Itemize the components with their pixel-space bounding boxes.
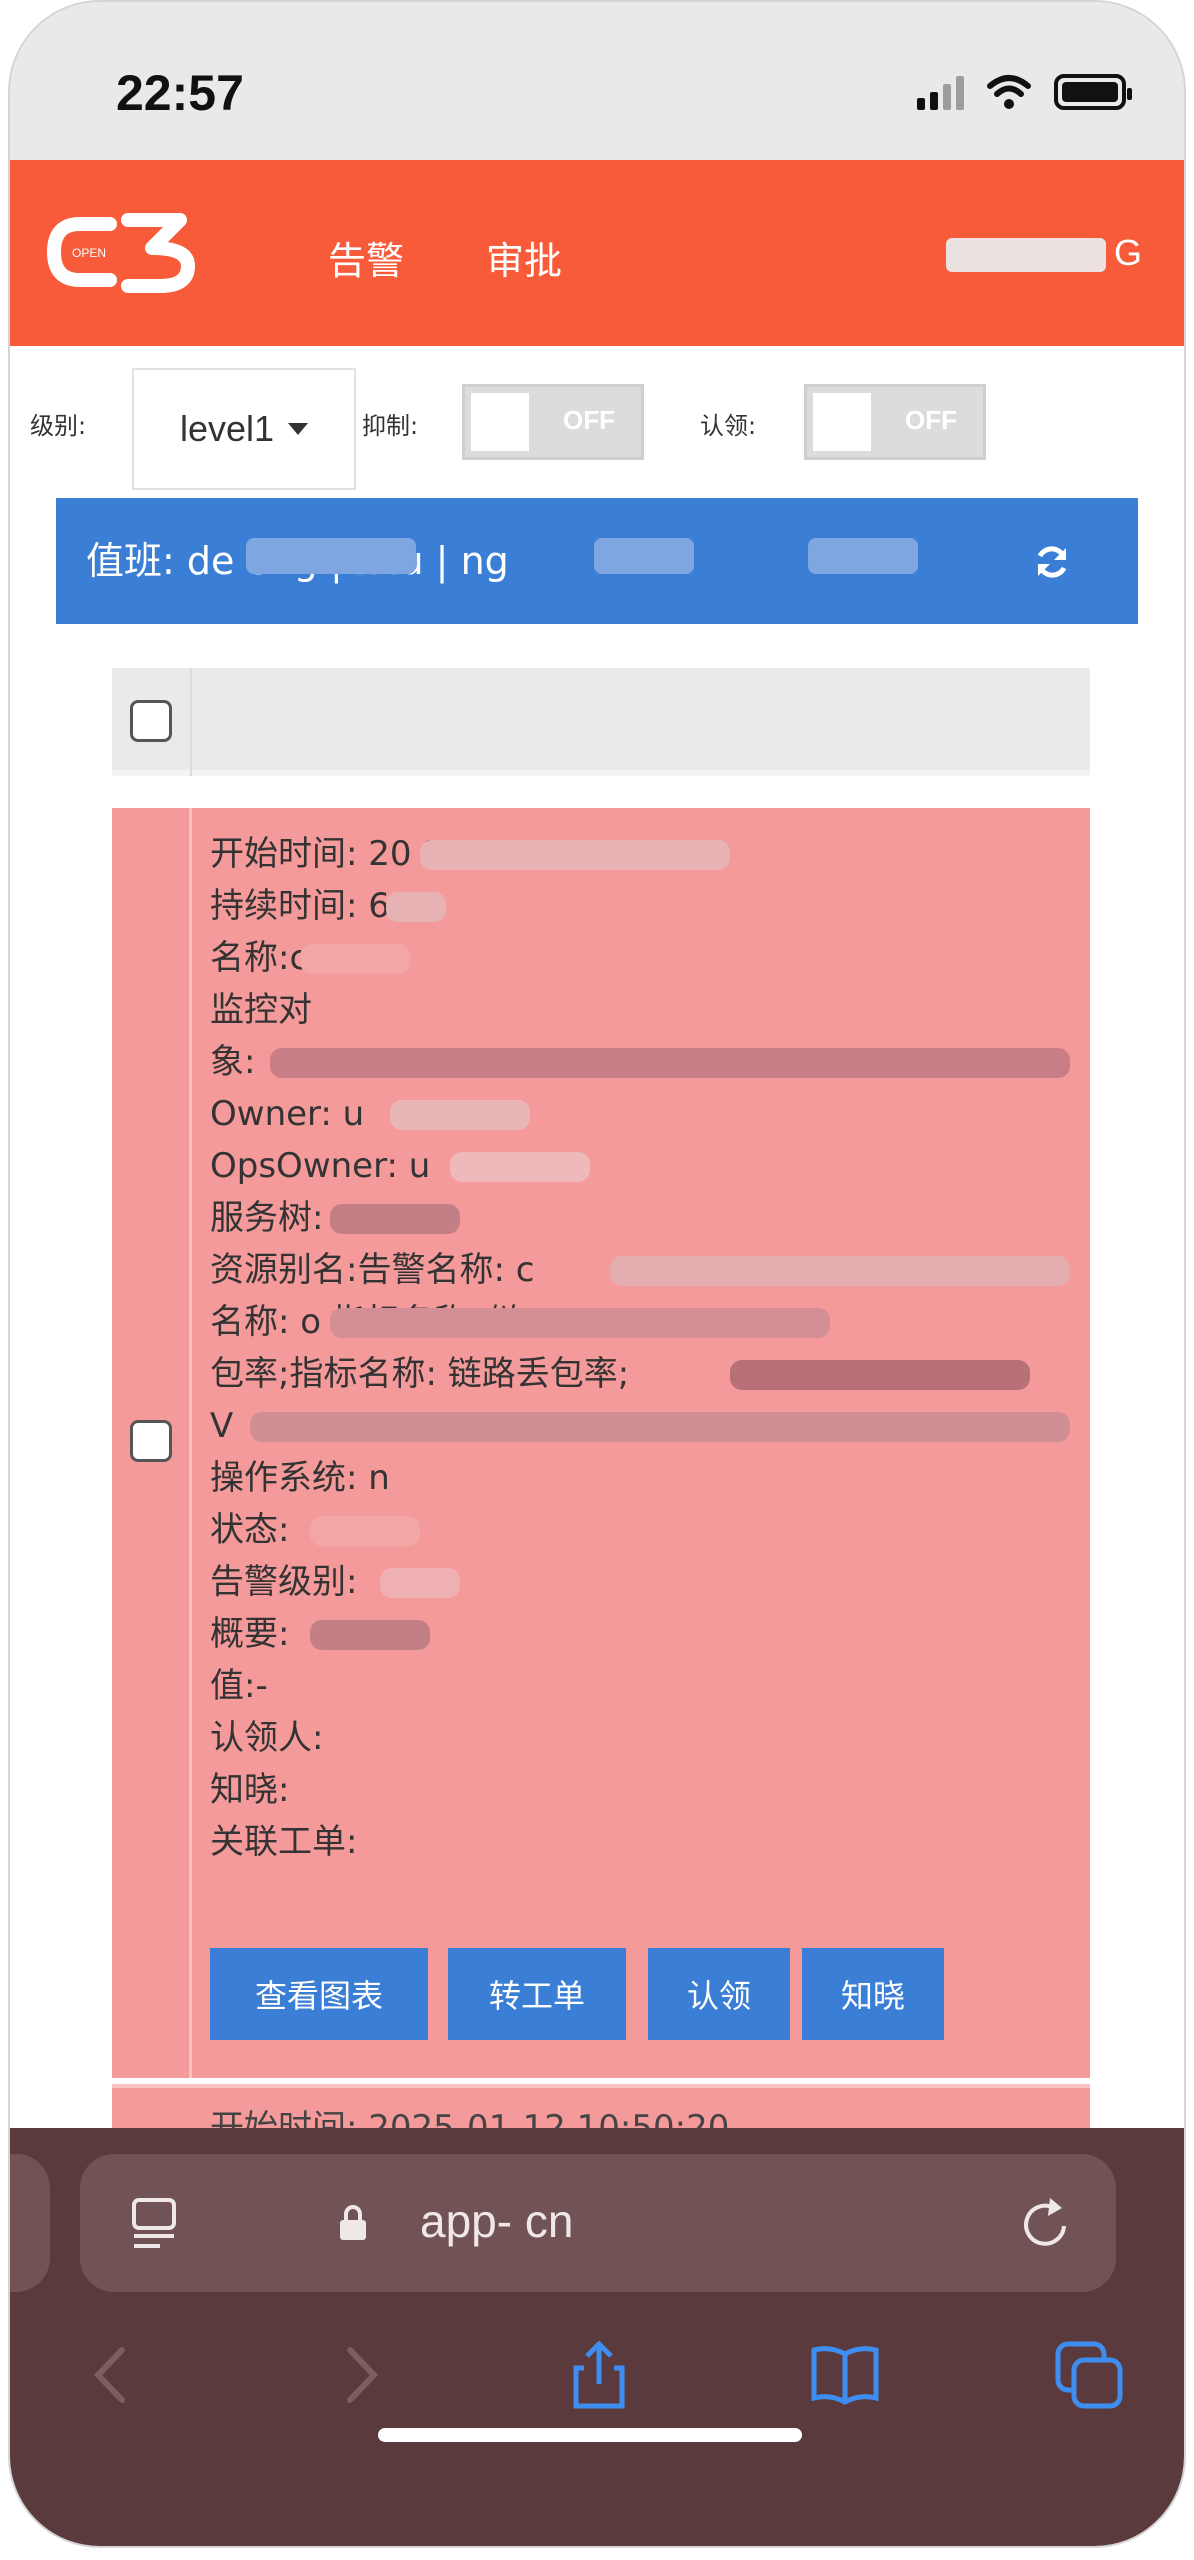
row-checkbox[interactable] bbox=[130, 1420, 172, 1462]
view-chart-button[interactable]: 查看图表 bbox=[210, 1948, 428, 2040]
field-monitor-target: 监控对 bbox=[210, 990, 312, 1030]
status-icons bbox=[917, 70, 1132, 114]
suppress-toggle[interactable]: OFF bbox=[462, 384, 644, 460]
bookmarks-icon[interactable] bbox=[810, 2340, 880, 2410]
field-v: V bbox=[210, 1400, 1080, 1452]
claim-button[interactable]: 认领 bbox=[648, 1948, 790, 2040]
field-service-tree: 服务树: bbox=[210, 1192, 1080, 1244]
suppress-toggle-state: OFF bbox=[563, 405, 615, 435]
chevron-down-icon bbox=[288, 423, 309, 435]
wifi-icon bbox=[987, 75, 1031, 109]
alert-table: 开始时间: 20 31 持续时间: 6m 名称:c 监控对 象: Owner: … bbox=[56, 624, 1138, 2148]
cellular-signal-icon bbox=[917, 74, 964, 110]
field-status: 状态: bbox=[210, 1504, 1080, 1556]
field-packet-loss: 包率;指标名称: 链路丢包率; bbox=[210, 1348, 1080, 1400]
field-monitor-target-value: 象: bbox=[210, 1036, 1080, 1088]
share-icon[interactable] bbox=[564, 2340, 634, 2410]
battery-icon bbox=[1054, 74, 1132, 110]
level-select[interactable]: level1 bbox=[132, 368, 356, 490]
filter-bar: 级别: level1 抑制: OFF 认领: OFF bbox=[10, 346, 1184, 496]
claim-toggle-state: OFF bbox=[905, 405, 957, 435]
acknowledge-button[interactable]: 知晓 bbox=[802, 1948, 944, 2040]
level-select-value: level1 bbox=[179, 408, 275, 449]
level-label: 级别: bbox=[30, 412, 87, 440]
lock-icon bbox=[340, 2205, 366, 2240]
nav-alerts[interactable]: 告警 bbox=[328, 230, 404, 285]
claim-label: 认领: bbox=[700, 412, 757, 440]
svg-text:OPEN: OPEN bbox=[72, 246, 106, 260]
alert-fields: 开始时间: 20 31 持续时间: 6m 名称:c 监控对 象: Owner: … bbox=[210, 828, 1080, 1868]
select-all-checkbox[interactable] bbox=[130, 700, 172, 742]
duty-banner: 值班: de ong | k lu | ng bbox=[56, 498, 1138, 624]
nav-approvals[interactable]: 审批 bbox=[486, 230, 562, 285]
field-value: 值:- bbox=[210, 1666, 268, 1706]
reload-icon[interactable] bbox=[1020, 2196, 1072, 2250]
suppress-label: 抑制: bbox=[362, 412, 419, 440]
field-resource-alias: 资源别名:告警名称: c bbox=[210, 1244, 1080, 1296]
field-linked-ticket: 关联工单: bbox=[210, 1822, 358, 1862]
field-acknowledged: 知晓: bbox=[210, 1770, 290, 1810]
app-header: OPEN 告警 审批 G bbox=[10, 160, 1184, 346]
safari-toolbar: app- cn bbox=[10, 2128, 1184, 2546]
back-icon[interactable] bbox=[76, 2340, 146, 2410]
tab-preview-edge[interactable] bbox=[10, 2154, 50, 2292]
field-os: 操作系统: n bbox=[210, 1458, 390, 1498]
phone-frame: 22:57 OPEN 告警 审批 G 级别: level1 抑制: OFF 认领… bbox=[8, 0, 1186, 2548]
create-ticket-button[interactable]: 转工单 bbox=[448, 1948, 626, 2040]
table-header bbox=[112, 668, 1090, 776]
claim-toggle[interactable]: OFF bbox=[804, 384, 986, 460]
address-bar[interactable]: app- cn bbox=[80, 2154, 1116, 2292]
field-duration: 持续时间: 6m bbox=[210, 880, 1080, 932]
user-name[interactable]: G bbox=[1114, 232, 1142, 274]
field-start-time: 开始时间: 20 31 bbox=[210, 828, 1080, 880]
field-alert-level: 告警级别: bbox=[210, 1556, 1080, 1608]
home-indicator bbox=[378, 2428, 802, 2442]
alert-row: 开始时间: 20 31 持续时间: 6m 名称:c 监控对 象: Owner: … bbox=[112, 808, 1090, 2078]
field-name-detail: 名称: o 指标名称: 链 bbox=[210, 1296, 1080, 1348]
url-text[interactable]: app- cn bbox=[420, 2194, 573, 2248]
tabs-icon[interactable] bbox=[1054, 2340, 1124, 2410]
field-ops-owner: OpsOwner: u bbox=[210, 1140, 1080, 1192]
forward-icon[interactable] bbox=[326, 2340, 396, 2410]
status-time: 22:57 bbox=[116, 65, 244, 121]
field-summary: 概要: bbox=[210, 1608, 1080, 1660]
field-claimed-by: 认领人: bbox=[210, 1718, 324, 1758]
open-c3-logo[interactable]: OPEN bbox=[40, 202, 200, 302]
user-name-redacted bbox=[946, 238, 1106, 272]
page-menu-icon[interactable] bbox=[130, 2196, 180, 2250]
refresh-icon[interactable] bbox=[1032, 542, 1072, 582]
field-name: 名称:c bbox=[210, 932, 1080, 984]
field-owner: Owner: u bbox=[210, 1088, 1080, 1140]
status-bar: 22:57 bbox=[10, 2, 1184, 160]
